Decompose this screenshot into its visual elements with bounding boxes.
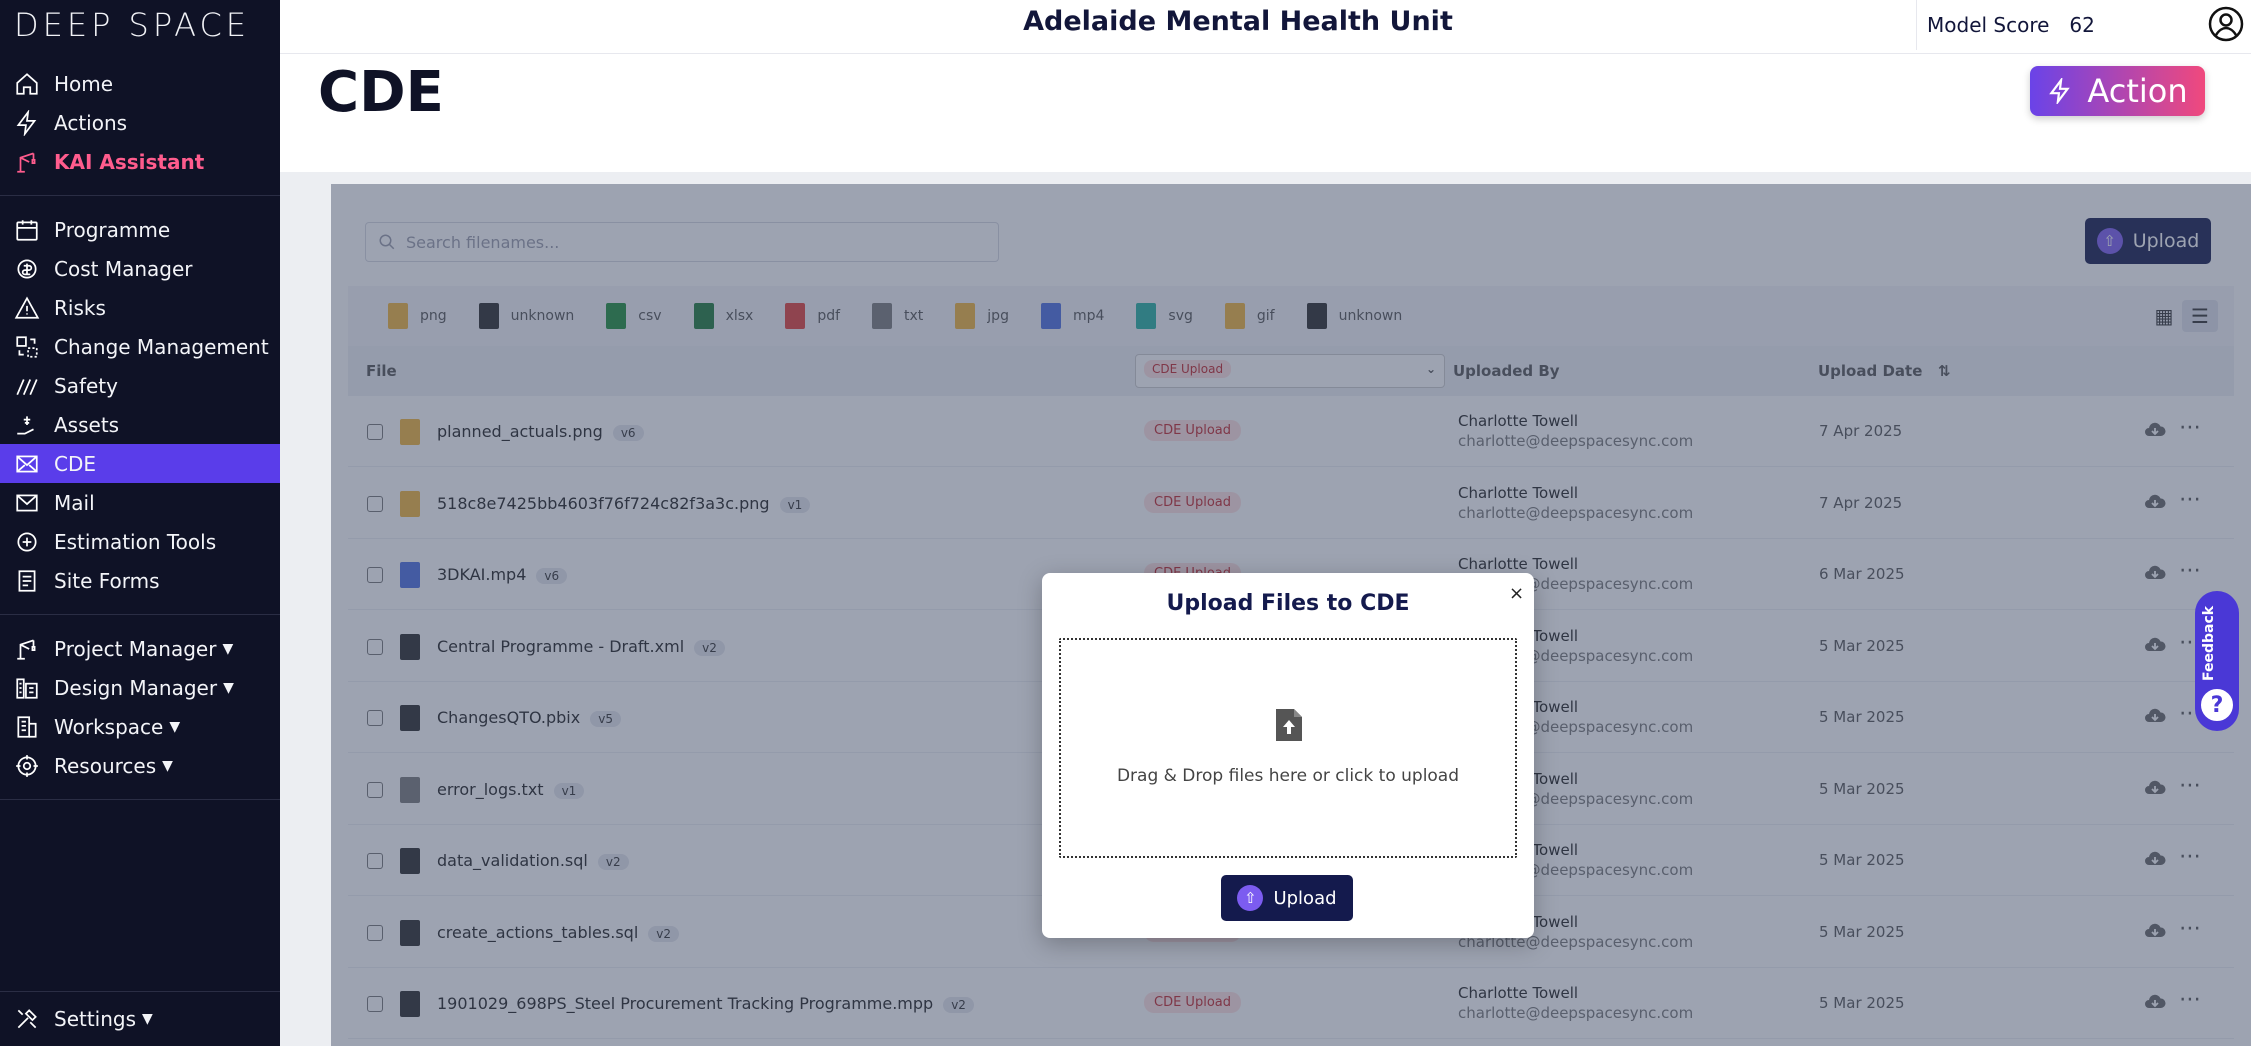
sidebar-item-safety[interactable]: Safety	[0, 366, 280, 405]
sidebar-item-label: CDE	[54, 451, 97, 476]
sidebar-item-label: Resources	[54, 753, 157, 778]
sidebar-item-label: Risks	[54, 295, 106, 320]
bolt-icon	[14, 109, 40, 136]
nav-group-managers: Project Manager ▼ Design Manager ▼ Workspace…	[0, 615, 280, 800]
dropzone-text: Drag & Drop files here or click to uploa…	[1116, 766, 1460, 786]
sidebar: DEEP SPACE Home Actions KAI Assistant Prog…	[0, 0, 280, 1046]
settings-tools-icon	[14, 1006, 40, 1032]
sidebar-item-project-manager[interactable]: Project Manager ▼	[0, 629, 280, 668]
model-score-label: Model Score	[1927, 13, 2050, 37]
sidebar-item-workspace[interactable]: Workspace ▼	[0, 707, 280, 746]
sidebar-item-site-forms[interactable]: Site Forms	[0, 561, 280, 600]
top-header: Adelaide Mental Health Unit Model Score …	[280, 0, 2251, 54]
forms-icon	[14, 568, 40, 594]
feedback-tab[interactable]: Feedback ?	[2195, 591, 2239, 731]
sidebar-item-label: Change Management	[54, 334, 269, 359]
sidebar-item-label: Safety	[54, 373, 118, 398]
modal-upload-button[interactable]: ⇧ Upload	[1221, 875, 1353, 921]
file-dropzone[interactable]: Drag & Drop files here or click to uploa…	[1059, 638, 1517, 858]
nav-group-modules: Programme Cost Manager Risks Change Managem…	[0, 196, 280, 615]
sidebar-item-label: Home	[54, 71, 114, 96]
upload-circle-icon: ⇧	[1237, 885, 1264, 911]
estimate-icon	[14, 529, 40, 555]
cost-icon	[14, 256, 40, 282]
page-header: CDE Action	[280, 54, 2251, 172]
home-icon	[14, 71, 40, 97]
sidebar-item-label: Mail	[54, 490, 95, 515]
warning-icon	[14, 295, 40, 321]
bolt-icon	[2049, 78, 2071, 104]
sidebar-item-label: Project Manager	[54, 636, 217, 661]
sidebar-item-label: Design Manager	[54, 675, 218, 700]
sidebar-item-actions[interactable]: Actions	[0, 103, 280, 142]
sidebar-item-change-management[interactable]: Change Management	[0, 327, 280, 366]
stripes-icon	[14, 373, 40, 399]
chevron-down-icon: ▼	[142, 1011, 153, 1027]
action-button[interactable]: Action	[2030, 66, 2205, 116]
chevron-down-icon: ▼	[162, 757, 173, 774]
sidebar-item-home[interactable]: Home	[0, 64, 280, 103]
chevron-down-icon: ▼	[169, 718, 181, 735]
sidebar-item-design-manager[interactable]: Design Manager ▼	[0, 668, 280, 707]
action-button-label: Action	[2087, 72, 2188, 110]
sidebar-item-label: Programme	[54, 217, 171, 242]
sidebar-item-risks[interactable]: Risks	[0, 288, 280, 327]
envelope-icon	[14, 451, 40, 477]
close-icon[interactable]: ×	[1509, 583, 1524, 604]
upload-modal: Upload Files to CDE × Drag & Drop files …	[1042, 573, 1534, 938]
workspace-icon	[14, 714, 40, 740]
sidebar-item-cost-manager[interactable]: Cost Manager	[0, 249, 280, 288]
sidebar-item-label: Estimation Tools	[54, 529, 217, 554]
sidebar-item-label: Site Forms	[54, 568, 160, 593]
sidebar-item-label: Cost Manager	[54, 256, 193, 281]
sidebar-item-programme[interactable]: Programme	[0, 210, 280, 249]
feedback-label: Feedback	[2201, 605, 2217, 681]
project-title: Adelaide Mental Health Unit	[1023, 6, 1453, 37]
assets-icon	[14, 412, 40, 438]
sidebar-item-resources[interactable]: Resources ▼	[0, 746, 280, 785]
sidebar-item-cde[interactable]: CDE	[0, 444, 280, 483]
modal-upload-label: Upload	[1273, 887, 1337, 909]
sidebar-item-label: Assets	[54, 412, 120, 437]
change-icon	[14, 334, 40, 360]
page-title: CDE	[318, 60, 444, 125]
sidebar-item-label: Workspace	[54, 714, 164, 739]
sidebar-item-kai-assistant[interactable]: KAI Assistant	[0, 142, 280, 181]
crane-icon	[14, 149, 40, 175]
crane-icon	[14, 636, 40, 662]
user-account-icon[interactable]	[2208, 6, 2244, 42]
sidebar-item-assets[interactable]: Assets	[0, 405, 280, 444]
sidebar-item-label: Actions	[54, 110, 128, 135]
model-score-value: 62	[2069, 13, 2095, 37]
sidebar-item-estimation-tools[interactable]: Estimation Tools	[0, 522, 280, 561]
building-icon	[14, 675, 40, 701]
app-logo[interactable]: DEEP SPACE	[0, 0, 280, 50]
file-upload-icon	[1276, 709, 1302, 741]
calendar-icon	[14, 217, 40, 243]
resources-icon	[14, 753, 40, 779]
modal-title: Upload Files to CDE	[1166, 591, 1410, 616]
mail-icon	[14, 490, 40, 516]
help-icon[interactable]: ?	[2199, 687, 2235, 723]
sidebar-item-label: Settings	[54, 1007, 137, 1031]
settings-section: Settings ▼	[0, 991, 280, 1046]
sidebar-item-settings[interactable]: Settings ▼	[0, 1000, 153, 1039]
model-score: Model Score 62	[1916, 0, 2121, 50]
sidebar-item-label: KAI Assistant	[54, 149, 205, 174]
nav-group-main: Home Actions KAI Assistant	[0, 50, 280, 196]
chevron-down-icon: ▼	[222, 640, 234, 657]
sidebar-item-mail[interactable]: Mail	[0, 483, 280, 522]
chevron-down-icon: ▼	[223, 679, 234, 696]
